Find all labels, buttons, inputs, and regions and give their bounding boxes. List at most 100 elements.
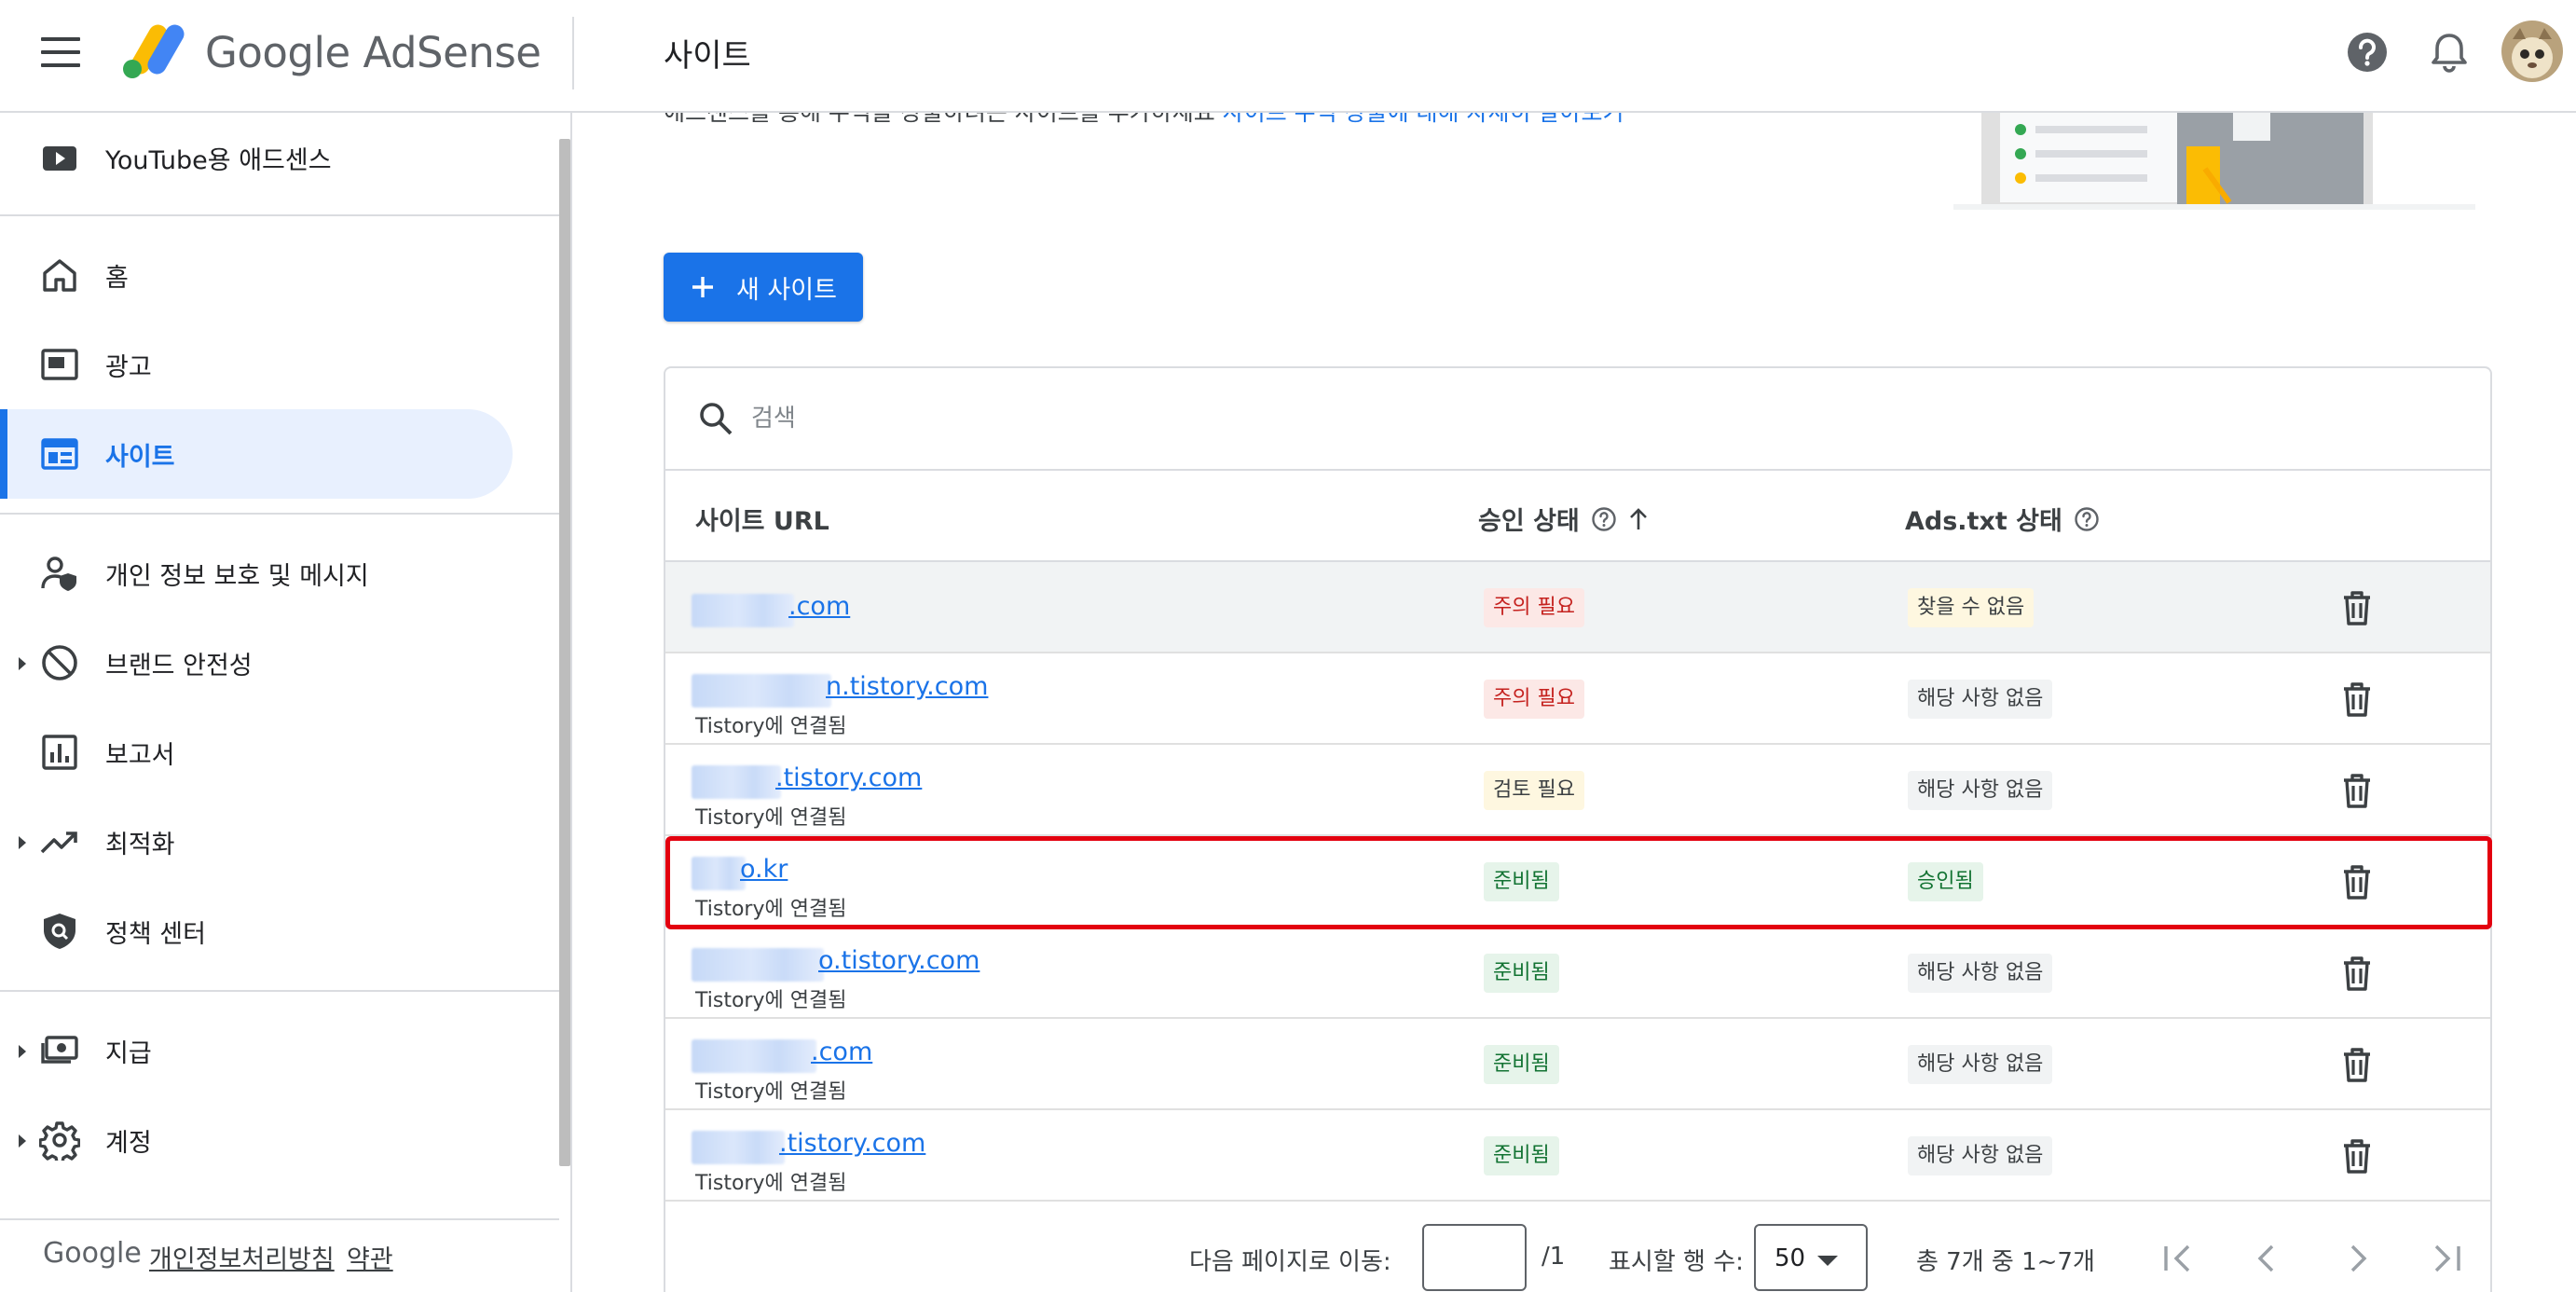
table-row: o.kr Tistory에 연결됨 준비됨 승인됨 (665, 836, 2490, 928)
connection-note: Tistory에 연결됨 (695, 1080, 847, 1104)
sidebar-item-label: 광고 (105, 352, 152, 382)
menu-icon[interactable] (41, 37, 80, 69)
redacted-url-mask (692, 765, 781, 799)
approval-status-badge: 주의 필요 (1484, 680, 1584, 719)
site-url-link[interactable]: n.tistory.com (826, 672, 988, 701)
side-navigation: YouTube용 애드센스 홈 광고 사이트 개인 정보 보호 및 메시지 브랜… (0, 113, 572, 1292)
delete-icon[interactable] (2337, 588, 2377, 627)
column-header-label: Ads.txt 상태 (1905, 507, 2062, 536)
main-content: 애드센스를 통해 수익을 창출하려는 사이트를 추가하세요 사이트 수익 창출에… (574, 113, 2576, 1292)
sidebar-item-sites[interactable]: 사이트 (0, 409, 513, 499)
sidebar-item-label: YouTube용 애드센스 (105, 145, 332, 175)
ads-txt-status-badge: 해당 사항 없음 (1908, 771, 2053, 810)
previous-page-icon[interactable] (2246, 1237, 2289, 1280)
sidebar-item-label: 보고서 (105, 740, 175, 770)
learn-more-link[interactable]: 사이트 수익 창출에 대해 자세히 알아보기 (1223, 113, 1624, 126)
notifications-icon[interactable] (2425, 28, 2473, 76)
sites-illustration (1953, 113, 2475, 210)
avatar[interactable] (2501, 21, 2563, 82)
page-number-input[interactable] (1422, 1224, 1527, 1291)
sidebar-item-label: 계정 (105, 1128, 152, 1158)
sort-ascending-icon[interactable] (1624, 505, 1652, 533)
table-row: o.tistory.com Tistory에 연결됨 준비됨 해당 사항 없음 (665, 928, 2490, 1019)
sidebar-item-youtube[interactable]: YouTube용 애드센스 (0, 113, 513, 202)
site-url-link[interactable]: o.kr (740, 855, 788, 884)
sidebar-scrollbar[interactable] (559, 139, 570, 1166)
column-header-ads-txt[interactable]: Ads.txt 상태 (1905, 501, 2100, 537)
site-url-link[interactable]: .com (788, 592, 850, 621)
dropdown-arrow-icon (1817, 1256, 1838, 1266)
delete-icon[interactable] (2337, 862, 2377, 901)
site-url-link[interactable]: .tistory.com (775, 763, 922, 792)
privacy-policy-link[interactable]: 개인정보처리방침 (149, 1239, 335, 1275)
help-icon[interactable] (2343, 28, 2391, 76)
sidebar-item-label: 지급 (105, 1038, 152, 1068)
intro-text: 애드센스를 통해 수익을 창출하려는 사이트를 추가하세요 사이트 수익 창출에… (664, 113, 1624, 128)
sidebar-item-payments[interactable]: 지급 (0, 1006, 513, 1095)
column-header-status[interactable]: 승인 상태 (1478, 501, 1652, 537)
site-url-link[interactable]: .com (811, 1038, 872, 1066)
sidebar-item-policy-center[interactable]: 정책 센터 (0, 887, 513, 976)
sidebar-item-label: 홈 (105, 263, 129, 293)
header-divider (572, 17, 574, 89)
help-outline-icon[interactable] (2074, 506, 2100, 532)
delete-icon[interactable] (2337, 1136, 2377, 1175)
sidebar-item-optimization[interactable]: 최적화 (0, 797, 513, 887)
sidebar-item-label: 정책 센터 (105, 919, 206, 949)
delete-icon[interactable] (2337, 771, 2377, 810)
delete-icon[interactable] (2337, 954, 2377, 993)
delete-icon[interactable] (2337, 680, 2377, 719)
connection-note: Tistory에 연결됨 (695, 1172, 847, 1195)
table-row: .tistory.com Tistory에 연결됨 준비됨 해당 사항 없음 (665, 1110, 2490, 1202)
column-header-url[interactable]: 사이트 URL (695, 501, 829, 537)
connection-note: Tistory에 연결됨 (695, 715, 847, 738)
sidebar-item-home[interactable]: 홈 (0, 230, 513, 320)
site-url-link[interactable]: o.tistory.com (818, 946, 980, 975)
column-header-label: 사이트 URL (695, 507, 829, 536)
brand-title: Google AdSense (205, 28, 541, 77)
table-header: 사이트 URL 승인 상태 Ads.txt 상태 (665, 471, 2490, 562)
youtube-icon (43, 146, 76, 171)
table-row: .tistory.com Tistory에 연결됨 검토 필요 해당 사항 없음 (665, 745, 2490, 836)
first-page-icon[interactable] (2157, 1237, 2199, 1280)
sidebar-item-brand-safety[interactable]: 브랜드 안전성 (0, 618, 513, 708)
last-page-icon[interactable] (2425, 1237, 2468, 1280)
add-site-button[interactable]: 새 사이트 (664, 253, 863, 322)
table-row: n.tistory.com Tistory에 연결됨 주의 필요 해당 사항 없음 (665, 653, 2490, 745)
sidebar-item-ads[interactable]: 광고 (0, 320, 513, 409)
top-app-bar: Google AdSense 사이트 (0, 0, 2576, 113)
table-row: .com Tistory에 연결됨 준비됨 해당 사항 없음 (665, 1019, 2490, 1110)
trending-up-icon (40, 832, 77, 854)
ads-txt-status-badge: 해당 사항 없음 (1908, 1045, 2053, 1084)
search-bar (665, 368, 2490, 471)
delete-icon[interactable] (2337, 1045, 2377, 1084)
ads-txt-status-badge: 찾을 수 없음 (1908, 588, 2035, 627)
sidebar-item-reports[interactable]: 보고서 (0, 708, 513, 797)
ads-txt-status-badge: 승인됨 (1908, 862, 1983, 901)
ads-txt-status-badge: 해당 사항 없음 (1908, 1136, 2053, 1175)
sidebar-item-label: 개인 정보 보호 및 메시지 (105, 561, 369, 591)
google-wordmark: Google (43, 1237, 142, 1270)
sidebar-divider (0, 214, 559, 216)
help-outline-icon[interactable] (1591, 506, 1617, 532)
rows-per-page-value: 50 (1774, 1244, 1806, 1272)
search-input[interactable] (751, 394, 2336, 443)
sidebar-item-account[interactable]: 계정 (0, 1095, 513, 1185)
intro-description: 애드센스를 통해 수익을 창출하려는 사이트를 추가하세요 (664, 113, 1215, 126)
sites-table-card: 사이트 URL 승인 상태 Ads.txt 상태 (664, 366, 2492, 1292)
next-page-icon[interactable] (2336, 1237, 2378, 1280)
terms-link[interactable]: 약관 (347, 1239, 393, 1275)
rows-per-page-select[interactable]: 50 (1754, 1224, 1868, 1291)
sites-icon (41, 438, 78, 470)
ads-txt-status-badge: 해당 사항 없음 (1908, 954, 2053, 993)
payments-icon (41, 1036, 78, 1064)
site-url-link[interactable]: .tistory.com (779, 1129, 925, 1158)
sidebar-divider (0, 990, 559, 992)
ads-txt-status-badge: 해당 사항 없음 (1908, 680, 2053, 719)
sidebar-item-privacy[interactable]: 개인 정보 보호 및 메시지 (0, 529, 513, 618)
rows-per-page-label: 표시할 행 수: (1609, 1248, 1744, 1276)
column-header-label: 승인 상태 (1478, 507, 1580, 536)
approval-status-badge: 주의 필요 (1484, 588, 1584, 627)
connection-note: Tistory에 연결됨 (695, 806, 847, 830)
block-icon (42, 645, 77, 680)
